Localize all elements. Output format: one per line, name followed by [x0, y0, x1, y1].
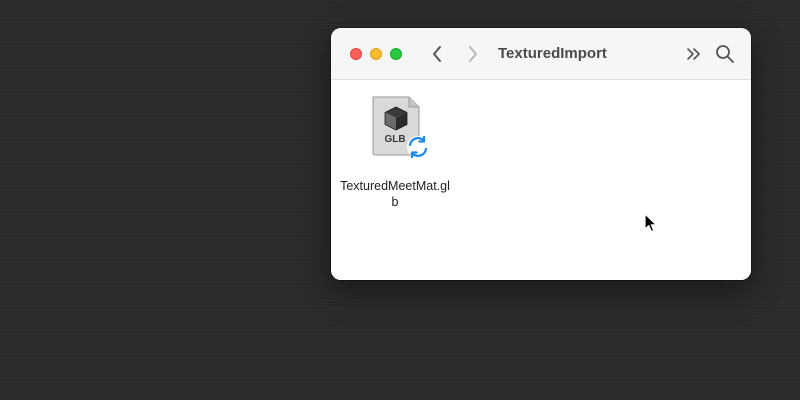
close-window-button[interactable] — [350, 48, 362, 60]
chevron-right-icon — [469, 46, 477, 62]
finder-window: TexturedImport GLB TexturedMeetMat.glb — [331, 28, 751, 280]
minimize-window-button[interactable] — [370, 48, 382, 60]
mouse-pointer-icon — [644, 213, 657, 233]
double-chevron-right-icon — [687, 48, 700, 60]
file-list-area[interactable]: GLB TexturedMeetMat.glb — [331, 80, 751, 280]
search-button[interactable] — [714, 43, 736, 65]
back-button[interactable] — [425, 42, 449, 66]
window-title: TexturedImport — [498, 45, 607, 62]
chevron-left-icon — [433, 46, 441, 62]
glb-3d-file-icon[interactable]: GLB — [371, 96, 435, 160]
file-type-label: GLB — [384, 134, 406, 145]
toolbar-overflow-button[interactable] — [684, 43, 704, 65]
forward-button[interactable] — [461, 42, 485, 66]
file-item[interactable]: GLB TexturedMeetMat.glb — [339, 94, 451, 209]
zoom-window-button[interactable] — [390, 48, 402, 60]
window-toolbar: TexturedImport — [331, 28, 751, 80]
search-icon — [716, 45, 734, 63]
file-name[interactable]: TexturedMeetMat.glb — [339, 178, 451, 210]
